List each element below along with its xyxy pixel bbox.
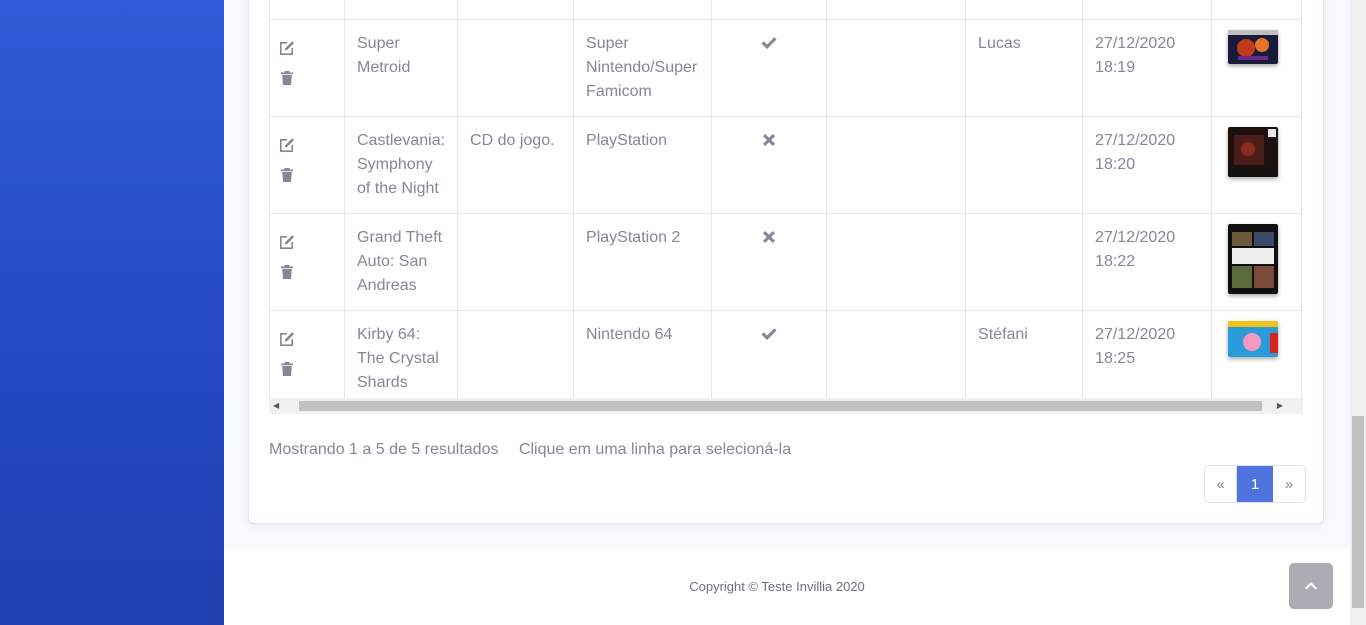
footer: Copyright © Teste Invillia 2020 bbox=[224, 549, 1350, 625]
game-description bbox=[457, 309, 575, 408]
edit-icon[interactable] bbox=[278, 38, 296, 56]
game-name: Kirby 64: The Crystal Shards bbox=[343, 309, 459, 408]
row-actions bbox=[269, 309, 345, 408]
row-actions bbox=[269, 115, 345, 214]
edit-icon[interactable] bbox=[278, 329, 296, 347]
super-metroid-cover bbox=[1228, 29, 1279, 64]
trash-icon[interactable] bbox=[278, 263, 296, 281]
page-scroll-thumb[interactable] bbox=[1352, 416, 1364, 608]
game-platform: PlayStation bbox=[573, 115, 713, 214]
scroll-to-top-button[interactable] bbox=[1289, 563, 1333, 609]
row-actions bbox=[269, 212, 345, 311]
created-date: 27/12/2020 18:19 bbox=[1082, 18, 1213, 117]
trash-icon[interactable] bbox=[278, 166, 296, 184]
main-content: Super Metroid Super Nintendo/Super Famic… bbox=[224, 0, 1350, 625]
pagination-previous[interactable]: « bbox=[1205, 466, 1237, 502]
game-name: Super Metroid bbox=[343, 18, 459, 117]
scroll-left-arrow-icon[interactable]: ◀ bbox=[273, 401, 279, 410]
table-row[interactable]: Castlevania: Symphony of the Night CD do… bbox=[269, 115, 1303, 214]
pagination: « 1 » bbox=[1204, 465, 1306, 503]
pagination-next[interactable]: » bbox=[1273, 466, 1305, 502]
trash-icon[interactable] bbox=[278, 69, 296, 87]
times-icon bbox=[763, 230, 776, 243]
pagination-page-1[interactable]: 1 bbox=[1237, 466, 1273, 502]
horizontal-scroll-thumb[interactable] bbox=[299, 401, 1262, 411]
game-name: Grand Theft Auto: San Andreas bbox=[343, 212, 459, 311]
lent-to-user bbox=[965, 212, 1084, 311]
table-row[interactable]: Super Metroid Super Nintendo/Super Famic… bbox=[269, 18, 1303, 117]
edit-icon[interactable] bbox=[278, 232, 296, 250]
chevron-up-icon bbox=[1305, 582, 1317, 590]
game-description: CD do jogo. bbox=[457, 115, 575, 214]
gta-san-andreas-cover bbox=[1228, 223, 1279, 294]
results-count: Mostrando 1 a 5 de 5 resultados bbox=[269, 441, 499, 458]
game-description bbox=[457, 18, 575, 117]
game-platform: Super Nintendo/Super Famicom bbox=[573, 18, 713, 117]
castlevania-cover bbox=[1228, 126, 1279, 177]
created-date: 27/12/2020 18:25 bbox=[1082, 309, 1213, 408]
table-row[interactable]: Kirby 64: The Crystal Shards Nintendo 64… bbox=[269, 309, 1303, 408]
created-date: 27/12/2020 18:20 bbox=[1082, 115, 1213, 214]
game-platform: PlayStation 2 bbox=[573, 212, 713, 311]
page-vertical-scrollbar[interactable] bbox=[1350, 0, 1366, 625]
table-row-partial bbox=[269, 0, 1303, 20]
game-platform: Nintendo 64 bbox=[573, 309, 713, 408]
copyright-text: Copyright © Teste Invillia 2020 bbox=[689, 579, 865, 594]
created-date: 27/12/2020 18:22 bbox=[1082, 212, 1213, 311]
table-horizontal-scrollbar[interactable]: ◀ ▶ bbox=[269, 398, 1303, 414]
games-table: Super Metroid Super Nintendo/Super Famic… bbox=[269, 0, 1303, 408]
lent-to-user bbox=[965, 115, 1084, 214]
game-description bbox=[457, 212, 575, 311]
sidebar bbox=[0, 0, 224, 625]
kirby-64-cover bbox=[1228, 320, 1279, 357]
select-row-hint: Clique em uma linha para selecioná-la bbox=[518, 441, 792, 458]
trash-icon[interactable] bbox=[278, 360, 296, 378]
row-actions bbox=[269, 18, 345, 117]
table-row[interactable]: Grand Theft Auto: San Andreas PlayStatio… bbox=[269, 212, 1303, 311]
times-icon bbox=[763, 133, 776, 146]
lent-to-user: Lucas bbox=[965, 18, 1084, 117]
check-icon bbox=[761, 36, 777, 49]
games-card: Super Metroid Super Nintendo/Super Famic… bbox=[248, 0, 1324, 524]
game-name: Castlevania: Symphony of the Night bbox=[343, 115, 459, 214]
check-icon bbox=[761, 327, 777, 340]
scroll-right-arrow-icon[interactable]: ▶ bbox=[1277, 401, 1283, 410]
edit-icon[interactable] bbox=[278, 135, 296, 153]
table-scroll-area: Super Metroid Super Nintendo/Super Famic… bbox=[269, 0, 1303, 415]
table-info: Mostrando 1 a 5 de 5 resultados Clique e… bbox=[269, 441, 791, 459]
lent-to-user: Stéfani bbox=[965, 309, 1084, 408]
